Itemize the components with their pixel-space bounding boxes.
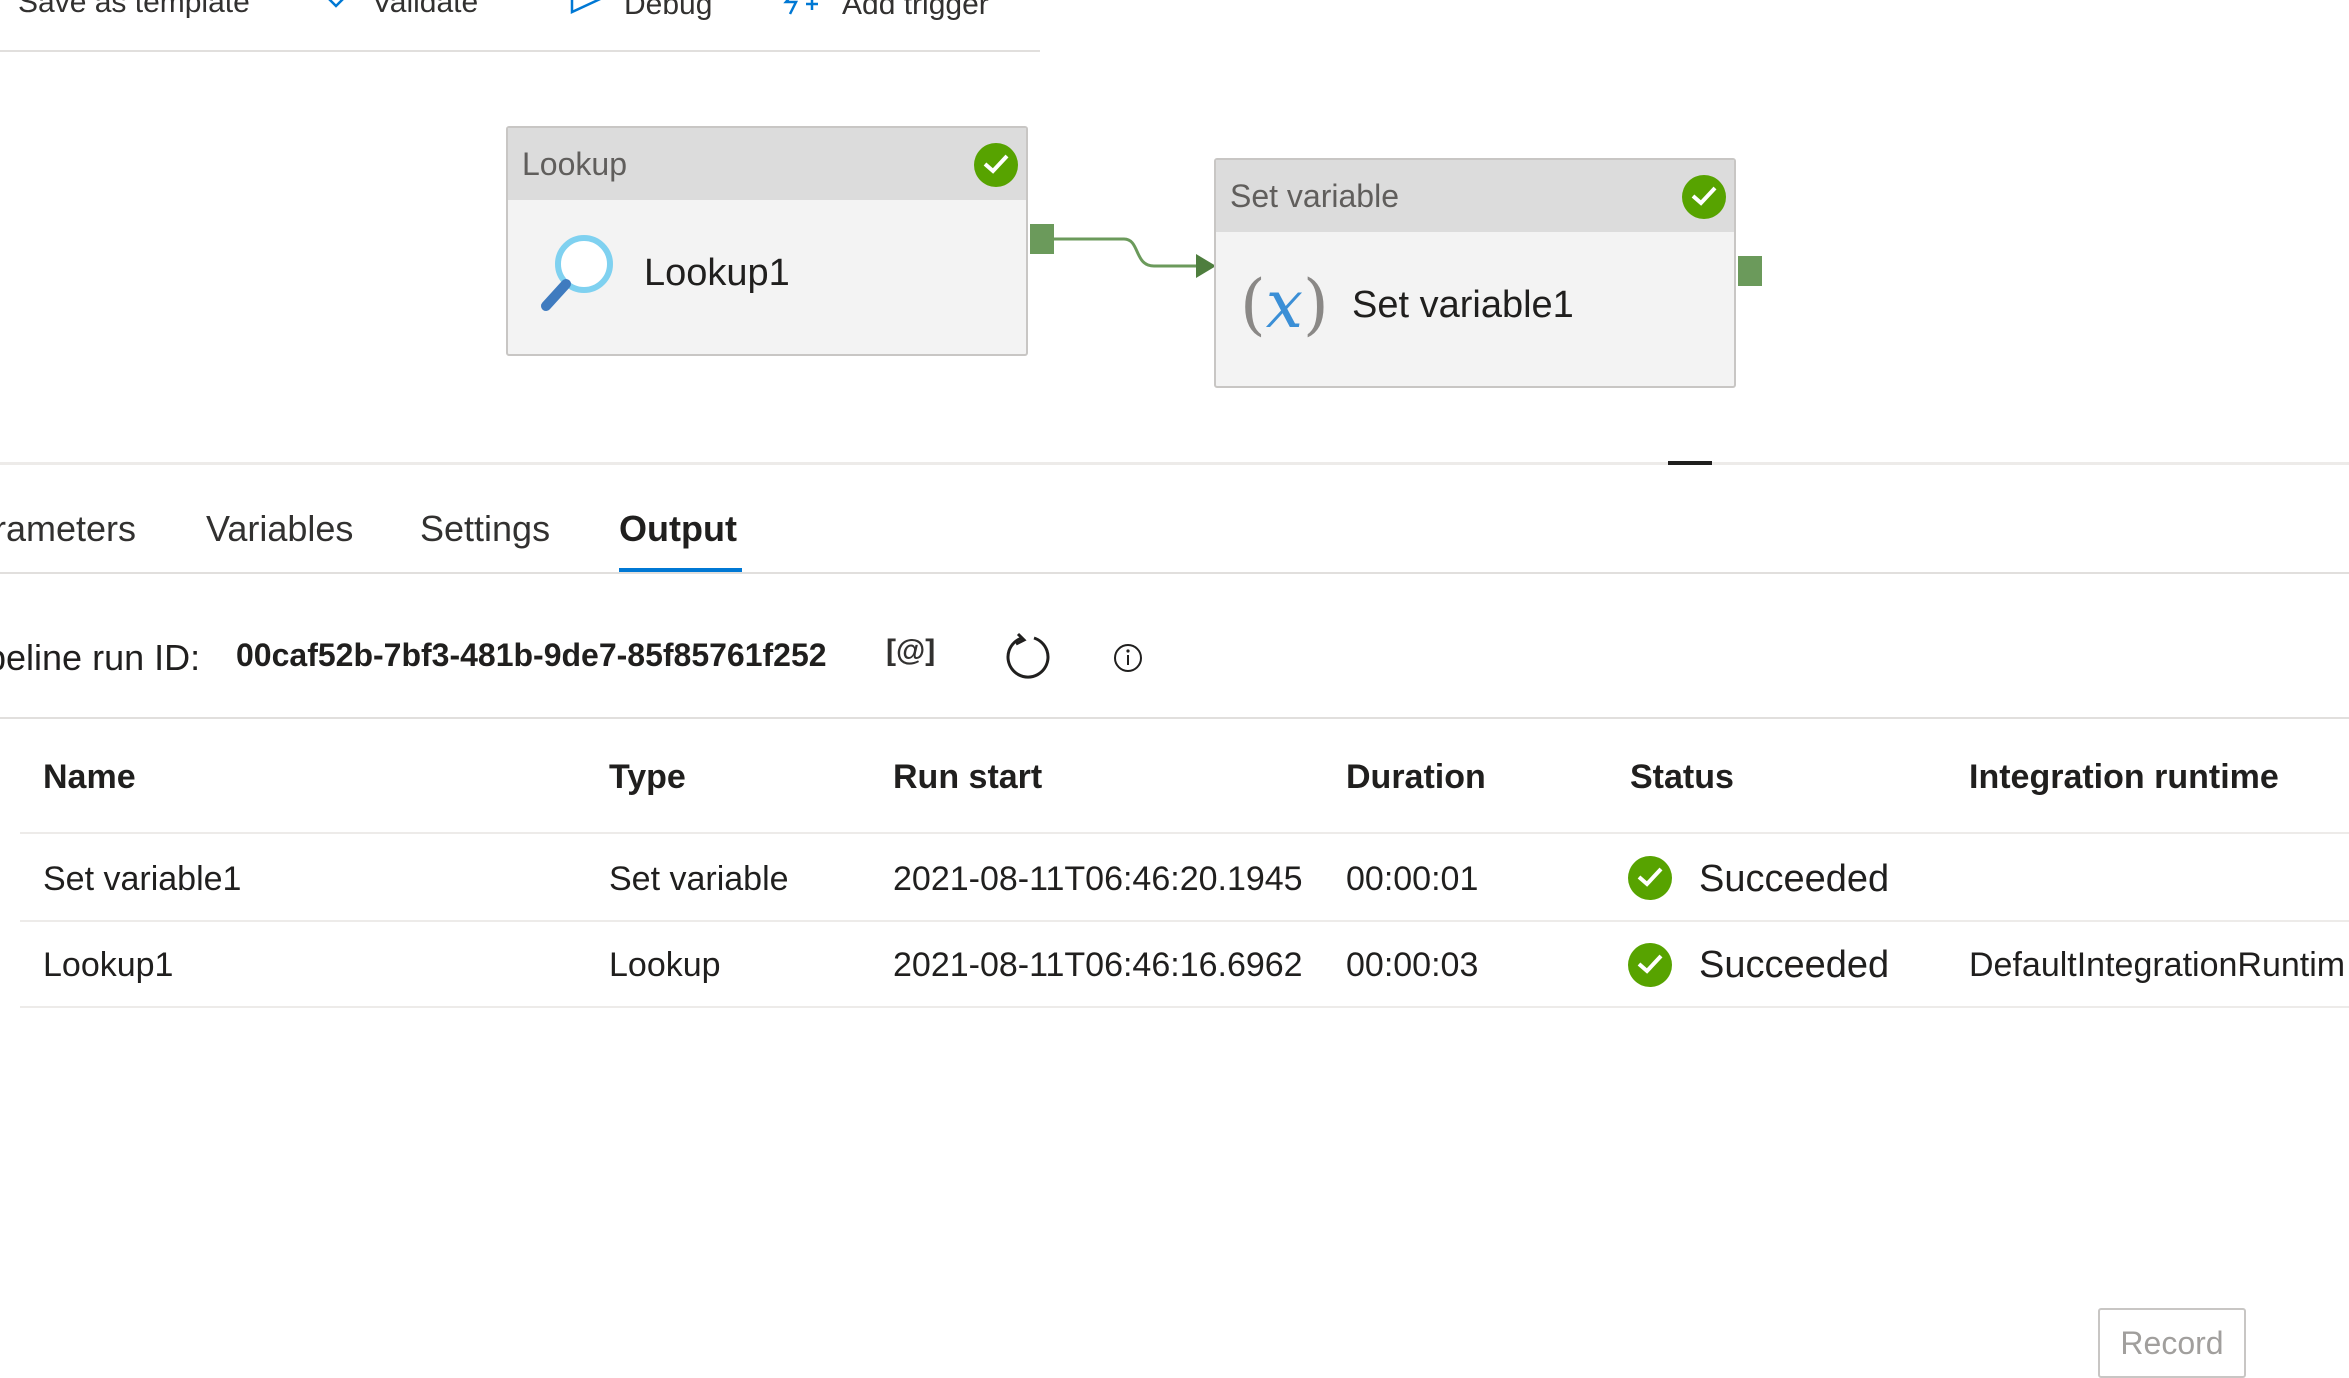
column-header-name[interactable]: Name	[43, 758, 136, 797]
play-icon	[568, 0, 602, 24]
debug-button[interactable]: Debug	[568, 0, 712, 24]
refresh-icon[interactable]	[1004, 632, 1052, 685]
node-header: Set variable	[1216, 160, 1734, 232]
add-trigger-button[interactable]: Add trigger	[780, 0, 989, 24]
debug-label: Debug	[624, 0, 713, 21]
row-divider	[20, 1006, 2349, 1008]
cell-type: Lookup	[609, 946, 721, 984]
info-icon[interactable]	[1112, 642, 1144, 679]
record-button[interactable]: Record	[2098, 1308, 2246, 1378]
cell-run-start: 2021-08-11T06:46:16.6962	[893, 946, 1303, 984]
pipeline-canvas[interactable]: Lookup Lookup1 Set variable (x) Set vari…	[0, 52, 2349, 462]
add-trigger-label: Add trigger	[842, 0, 989, 21]
activity-name-label: Set variable1	[1352, 284, 1574, 326]
column-header-run-start[interactable]: Run start	[893, 758, 1042, 797]
validate-button[interactable]: Validate	[326, 0, 478, 20]
success-check-icon	[1628, 856, 1672, 900]
lookup-activity-node[interactable]: Lookup Lookup1	[506, 126, 1028, 356]
cell-run-start: 2021-08-11T06:46:20.1945	[893, 860, 1303, 898]
divider	[0, 717, 2349, 719]
activity-type-label: Lookup	[522, 146, 627, 182]
validate-label: Validate	[372, 0, 479, 19]
variable-icon: (x)	[1240, 266, 1329, 343]
column-header-status[interactable]: Status	[1630, 758, 1734, 797]
success-check-icon	[1682, 175, 1726, 219]
tab-settings[interactable]: Settings	[420, 508, 550, 550]
cell-type: Set variable	[609, 860, 789, 898]
node-header: Lookup	[508, 128, 1026, 200]
save-as-template-button[interactable]: Save as template	[18, 0, 250, 20]
copy-icon[interactable]: [@]	[886, 634, 935, 668]
checkmark-icon	[326, 0, 350, 20]
output-port[interactable]	[1738, 256, 1762, 286]
active-tab-indicator	[619, 568, 742, 572]
tab-output[interactable]: Output	[619, 508, 737, 550]
tab-parameters[interactable]: rameters	[0, 508, 136, 550]
pipeline-run-id-label: peline run ID:	[0, 637, 201, 678]
row-divider	[20, 832, 2349, 834]
pipeline-run-id-value: 00caf52b-7bf3-481b-9de7-85f85761f252	[236, 637, 827, 673]
trigger-icon	[780, 0, 820, 24]
cell-duration: 00:00:01	[1346, 860, 1479, 898]
tab-variables[interactable]: Variables	[206, 508, 353, 550]
search-icon	[538, 232, 618, 321]
column-header-type[interactable]: Type	[609, 758, 686, 797]
cell-status: Succeeded	[1699, 858, 1890, 900]
properties-tabs: rameters Variables Settings Output	[0, 480, 2349, 574]
save-as-template-label: Save as template	[18, 0, 250, 19]
cell-integration-runtime: DefaultIntegrationRuntim	[1969, 946, 2346, 984]
panel-splitter[interactable]	[0, 462, 2349, 465]
column-header-duration[interactable]: Duration	[1346, 758, 1486, 797]
cell-status: Succeeded	[1699, 944, 1890, 986]
splitter-handle[interactable]	[1668, 461, 1712, 465]
toolbar: Save as template Validate Debug Add trig…	[0, 0, 1040, 52]
cell-name[interactable]: Lookup1	[43, 946, 173, 985]
activity-name-label: Lookup1	[644, 252, 790, 294]
cell-duration: 00:00:03	[1346, 946, 1479, 984]
activity-type-label: Set variable	[1230, 178, 1399, 214]
success-check-icon	[974, 143, 1018, 187]
set-variable-activity-node[interactable]: Set variable (x) Set variable1	[1214, 158, 1736, 388]
success-check-icon	[1628, 943, 1672, 987]
connector-arrow[interactable]	[1054, 222, 1216, 282]
row-divider	[20, 920, 2349, 922]
cell-name[interactable]: Set variable1	[43, 860, 241, 899]
column-header-integration-runtime[interactable]: Integration runtime	[1969, 758, 2279, 797]
output-port[interactable]	[1030, 224, 1054, 254]
